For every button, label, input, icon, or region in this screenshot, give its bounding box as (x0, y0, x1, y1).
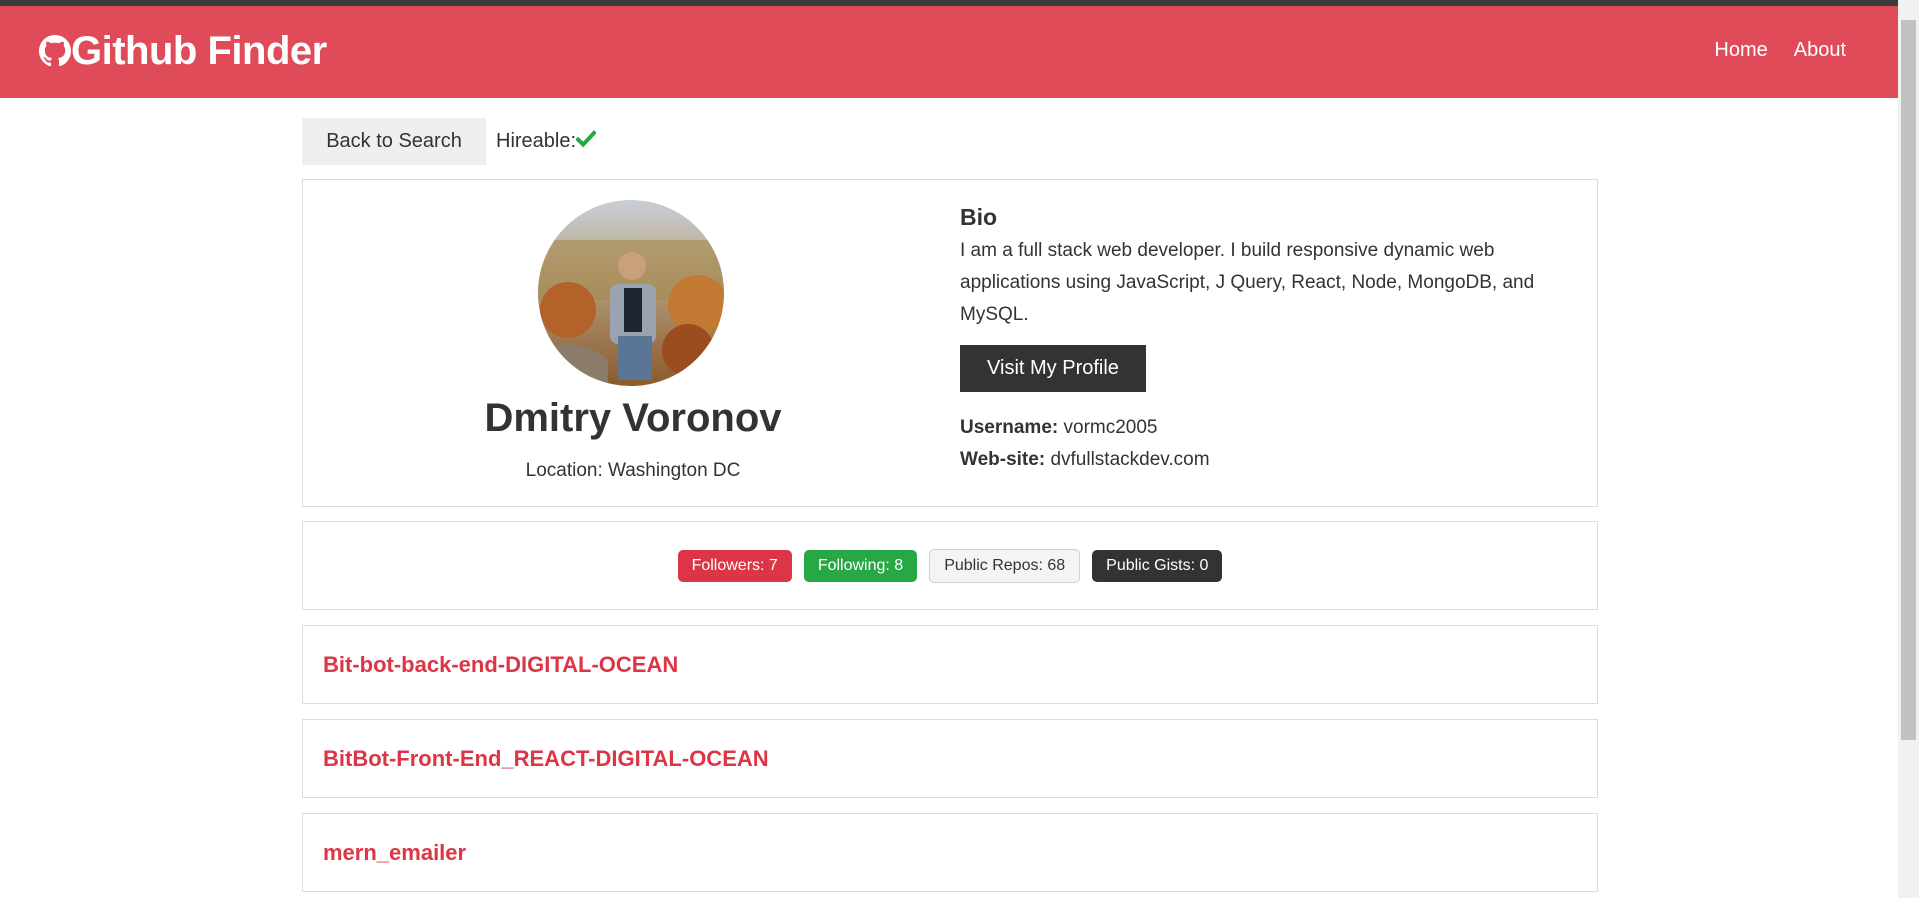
website-value: dvfullstackdev.com (1050, 449, 1210, 470)
github-icon (39, 35, 71, 67)
public-repos-badge: Public Repos: 68 (929, 548, 1081, 583)
public-gists-badge: Public Gists: 0 (1092, 549, 1223, 582)
bio-heading: Bio (960, 204, 998, 230)
hireable-status: Hireable: (496, 129, 597, 154)
repo-link[interactable]: mern_emailer (323, 840, 466, 866)
visit-profile-button[interactable]: Visit My Profile (960, 345, 1146, 392)
page-scrollbar[interactable] (1898, 0, 1919, 898)
navbar: Github Finder Home About (0, 6, 1898, 98)
stats-card: Followers: 7 Following: 8 Public Repos: … (302, 521, 1598, 610)
top-row: Back to Search Hireable: (302, 118, 1598, 165)
repo-item: BitBot-Front-End_REACT-DIGITAL-OCEAN (302, 719, 1598, 798)
nav-links: Home About (1714, 39, 1846, 62)
profile-name: Dmitry Voronov (484, 396, 782, 440)
profile-card: Dmitry Voronov Location: Washington DC B… (302, 179, 1598, 507)
scrollbar-thumb[interactable] (1901, 20, 1916, 740)
website-row: Web-site: dvfullstackdev.com (960, 444, 1560, 476)
following-badge: Following: 8 (803, 549, 918, 582)
repo-link[interactable]: Bit-bot-back-end-DIGITAL-OCEAN (323, 652, 678, 678)
repo-item: mern_emailer (302, 813, 1598, 892)
repo-item: Bit-bot-back-end-DIGITAL-OCEAN (302, 625, 1598, 704)
profile-info-list: Username: vormc2005 Web-site: dvfullstac… (960, 412, 1560, 476)
website-label: Web-site: (960, 449, 1046, 470)
bio-text: I am a full stack web developer. I build… (960, 240, 1535, 325)
main-content: Back to Search Hireable: Dmitry Voronov … (302, 118, 1598, 892)
brand[interactable]: Github Finder (39, 26, 327, 76)
username-value: vormc2005 (1063, 417, 1158, 438)
username-row: Username: vormc2005 (960, 412, 1560, 444)
nav-home-link[interactable]: Home (1714, 39, 1767, 62)
back-to-search-button[interactable]: Back to Search (302, 118, 486, 165)
profile-location: Location: Washington DC (525, 460, 741, 481)
check-icon (575, 129, 597, 154)
repo-link[interactable]: BitBot-Front-End_REACT-DIGITAL-OCEAN (323, 746, 769, 772)
username-label: Username: (960, 417, 1059, 438)
profile-right-column: Bio I am a full stack web developer. I b… (960, 204, 1560, 476)
brand-title: Github Finder (71, 28, 327, 73)
followers-badge: Followers: 7 (677, 549, 792, 582)
hireable-label: Hireable: (496, 130, 577, 152)
avatar (538, 200, 724, 386)
profile-left-column: Dmitry Voronov Location: Washington DC (303, 180, 963, 506)
nav-about-link[interactable]: About (1794, 39, 1846, 62)
